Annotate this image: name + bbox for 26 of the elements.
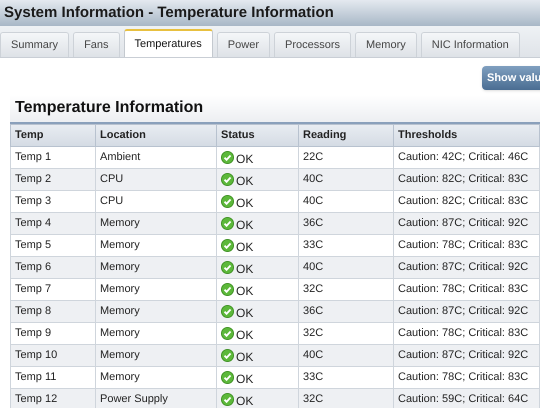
tab[interactable]: NIC Information: [420, 32, 520, 57]
status-text: OK: [236, 327, 254, 344]
tab[interactable]: Fans: [73, 32, 120, 57]
tab[interactable]: Summary: [0, 32, 70, 57]
status-text: OK: [236, 151, 254, 168]
status-text: OK: [236, 217, 254, 234]
tab[interactable]: Processors: [274, 32, 352, 57]
column-header: Reading: [298, 124, 394, 146]
status-text: OK: [236, 371, 254, 388]
status-text: OK: [236, 305, 254, 322]
status-text: OK: [236, 261, 254, 278]
column-header: Thresholds: [394, 124, 540, 146]
table-cell: Temp 12: [10, 388, 96, 408]
tab[interactable]: Power: [216, 32, 270, 57]
tab[interactable]: Temperatures: [124, 29, 213, 57]
status-text: OK: [236, 195, 254, 212]
window-title: System Information - Temperature Information: [4, 2, 334, 23]
section-title: Temperature Information: [15, 98, 204, 118]
status-text: OK: [236, 393, 254, 408]
tab[interactable]: Memory: [355, 32, 417, 57]
status-text: OK: [236, 239, 254, 256]
column-header: Location: [96, 124, 216, 146]
status-text: OK: [236, 283, 254, 300]
status-text: OK: [236, 173, 254, 190]
column-header: Temp: [10, 124, 96, 146]
status-text: OK: [236, 349, 254, 366]
